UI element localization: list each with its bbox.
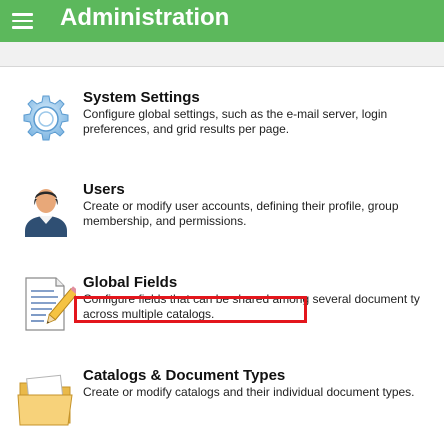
system-settings-text: System Settings Configure global setting… (83, 89, 444, 137)
gear-icon (16, 89, 76, 149)
catalogs-document-types-item[interactable]: Catalogs & Document Types Create or modi… (0, 367, 444, 431)
global-fields-item[interactable]: Global Fields Configure fields that can … (0, 274, 444, 354)
catalogs-document-types-title[interactable]: Catalogs & Document Types (83, 367, 285, 385)
users-text: Users Create or modify user accounts, de… (83, 181, 444, 229)
global-fields-description-line-1: Configure fields that can be shared amon… (83, 292, 420, 306)
system-settings-description-line-2: preferences, and grid results per page. (83, 122, 290, 136)
global-fields-text: Global Fields Configure fields that can … (83, 274, 444, 322)
users-description-line-1: Create or modify user accounts, defining… (83, 199, 399, 213)
toolbar-strip (0, 42, 444, 67)
users-title[interactable]: Users (83, 181, 125, 199)
users-description-line-2: membership, and permissions. (83, 214, 247, 228)
system-settings-description-line-1: Configure global settings, such as the e… (83, 107, 388, 121)
hamburger-menu-icon[interactable] (12, 13, 33, 29)
global-fields-title[interactable]: Global Fields (83, 274, 177, 292)
top-bar: Administration (0, 0, 444, 42)
system-settings-item[interactable]: System Settings Configure global setting… (0, 89, 444, 169)
document-pencil-icon (16, 274, 80, 334)
page-title: Administration (60, 4, 230, 31)
user-icon (16, 181, 76, 241)
catalogs-document-types-text: Catalogs & Document Types Create or modi… (83, 367, 444, 400)
catalogs-document-types-description-line-1: Create or modify catalogs and their indi… (83, 385, 415, 399)
system-settings-title[interactable]: System Settings (83, 89, 200, 107)
users-item[interactable]: Users Create or modify user accounts, de… (0, 181, 444, 261)
folder-icon (16, 369, 76, 429)
admin-menu-list: System Settings Configure global setting… (0, 67, 444, 431)
global-fields-description-line-2: across multiple catalogs. (83, 307, 215, 321)
